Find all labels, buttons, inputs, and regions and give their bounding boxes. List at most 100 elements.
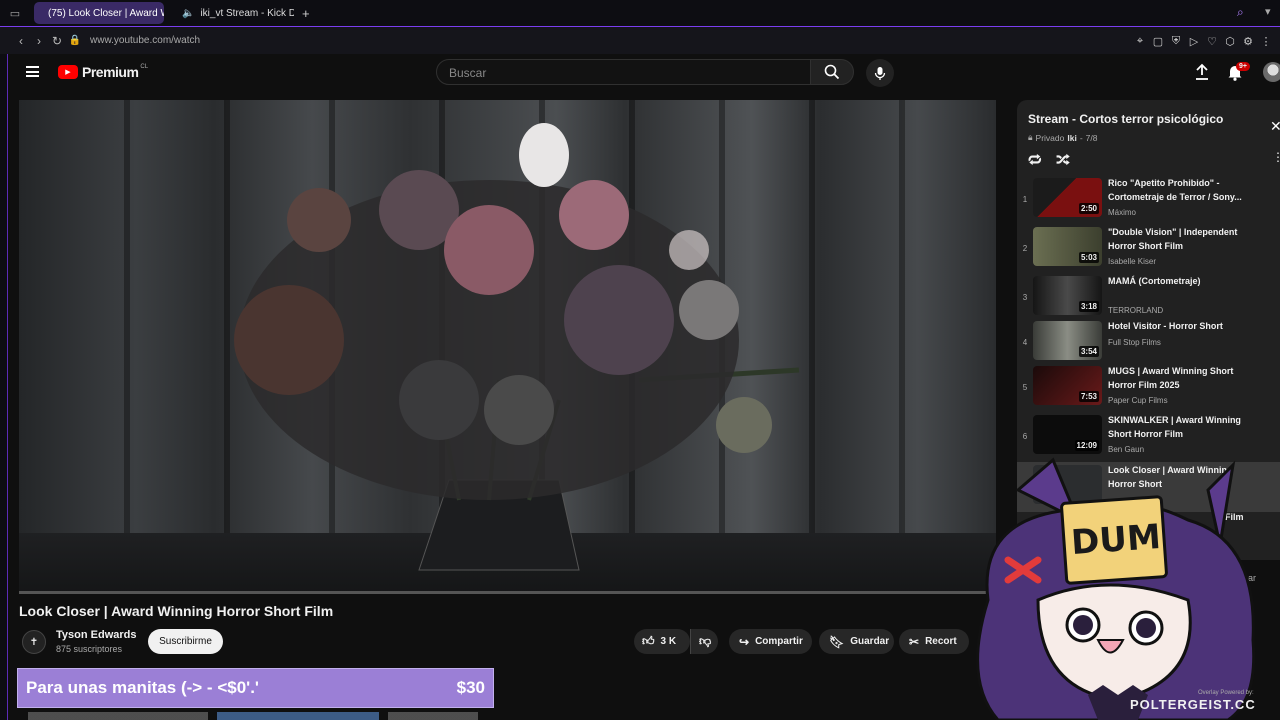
playlist-index: 4 [1022, 338, 1028, 347]
screenshot-icon[interactable]: ▢ [1150, 33, 1166, 49]
playlist-item-channel: TERRORLAND [1108, 306, 1164, 315]
donation-banner: Para unas manitas (-> - <$0'.' $30 [17, 668, 494, 708]
overlay-powered-label: Overlay Powered by: [1198, 690, 1254, 696]
playlist-privacy: Privado [1035, 132, 1065, 143]
playlist-item-title: "Double Vision" | Independent Horror Sho… [1108, 227, 1238, 251]
playlist-item-channel: Full Stop Films [1108, 338, 1161, 347]
list-item[interactable]: 1 2:50 Rico "Apetito Prohibido" - Cortom… [1017, 178, 1280, 227]
address-bar: ‹ › ↻ 🔒 www.youtube.com/watch ⌖ ▢ ⛨ ▷ ♡ … [0, 26, 1280, 54]
playlist-item-channel: Máximo [1108, 208, 1137, 217]
donation-amount: $30 [456, 678, 485, 697]
new-tab-button[interactable]: + [302, 6, 310, 21]
mute-icon[interactable]: 🔈 [182, 8, 194, 19]
extensions-icon[interactable]: ⬡ [1222, 33, 1238, 49]
playlist-item-channel: Paper Cup Films [1108, 396, 1168, 405]
tab-youtube[interactable]: (75) Look Closer | Award W [34, 2, 164, 24]
thumbs-up-icon: 👍︎ [642, 634, 655, 648]
video-thumbnail: 3:54 [1033, 321, 1102, 360]
list-item[interactable]: 2 5:03 "Double Vision" | Independent Hor… [1017, 227, 1280, 276]
search-tabs-icon[interactable]: ⌕ [1237, 5, 1244, 20]
share-button[interactable]: ↪ Compartir [729, 629, 812, 654]
playlist-menu-icon[interactable]: ⋮ [1272, 150, 1280, 164]
microphone-icon [874, 66, 886, 80]
video-thumbnail: 7:53 [1033, 366, 1102, 405]
playlist-item-channel: Isabelle Kiser [1108, 257, 1157, 266]
channel-name[interactable]: Tyson Edwards [56, 629, 136, 641]
hamburger-icon[interactable] [26, 66, 39, 77]
duration-badge: 5:03 [1078, 252, 1099, 263]
shield-icon[interactable]: ⛨ [1168, 33, 1184, 49]
voice-search-button[interactable] [866, 59, 894, 87]
youtube-play-icon: ▶ [58, 65, 78, 79]
share-label: Compartir [755, 636, 803, 647]
duration-badge: 2:50 [1078, 203, 1099, 214]
save-label: Guardar [850, 636, 890, 647]
list-item[interactable]: 3 3:18 MAMÁ (Cortometraje) TERRORLAND [1017, 276, 1280, 325]
close-icon[interactable]: ✕ [1270, 118, 1280, 135]
list-item[interactable]: 4 3:54 Hotel Visitor - Horror Short Full… [1017, 321, 1280, 370]
watermark-text: POLTERGEIST.CC [1130, 697, 1256, 712]
playlist-item-title: MUGS | Award Winning Short Horror Film 2… [1108, 366, 1234, 390]
video-thumbnail: 2:50 [1033, 178, 1102, 217]
video-thumbnail: 5:03 [1033, 227, 1102, 266]
heart-icon[interactable]: ♡ [1204, 33, 1220, 49]
donation-message: Para unas manitas (-> - <$0'.' [26, 678, 259, 697]
youtube-logo[interactable]: ▶ Premium CL [58, 64, 148, 80]
catgirl-mascot-icon [976, 457, 1256, 720]
sticker-sign-text: DUM [1069, 516, 1163, 564]
url-field[interactable]: www.youtube.com/watch [90, 35, 200, 46]
playlist-meta: 🔒︎ Privado Iki - 7/8 [1028, 132, 1098, 143]
shuffle-icon[interactable]: 🔀︎ [1056, 149, 1070, 170]
playlist-index: 6 [1022, 432, 1028, 441]
bookmark-icon: 🔖︎ [829, 634, 845, 649]
tab-label: (75) Look Closer | Award W [48, 7, 164, 19]
scissors-icon: ✂ [909, 634, 920, 649]
avatar[interactable] [1263, 62, 1280, 82]
menu-icon[interactable]: ▾ [1265, 5, 1271, 18]
search-button[interactable] [810, 59, 854, 85]
tab-kick[interactable]: 🔈 iki_vt Stream - Kick De [168, 2, 294, 24]
loop-icon[interactable]: 🔁︎ [1028, 149, 1042, 170]
window-menu-icon[interactable]: ▭ [0, 7, 30, 20]
playlist-item-title: Rico "Apetito Prohibido" - Cortometraje … [1108, 178, 1242, 202]
list-item[interactable]: 5 7:53 MUGS | Award Winning Short Horror… [1017, 366, 1280, 415]
reload-icon[interactable]: ↻ [48, 34, 66, 48]
pin-icon[interactable]: ⌖ [1132, 33, 1148, 49]
play-icon[interactable]: ▷ [1186, 33, 1202, 49]
playlist-owner[interactable]: Iki [1067, 133, 1076, 143]
save-button[interactable]: 🔖︎ Guardar [819, 629, 894, 654]
tab-label: iki_vt Stream - Kick De [200, 7, 294, 19]
playlist-index: 5 [1022, 383, 1028, 392]
duration-badge: 3:18 [1078, 301, 1099, 312]
like-count: 3 K [660, 636, 677, 647]
more-icon[interactable]: ⋮ [1258, 33, 1274, 49]
playlist-index: 3 [1022, 293, 1028, 302]
duration-badge: 7:53 [1078, 391, 1099, 402]
playlist-item-title: MAMÁ (Cortometraje) [1108, 276, 1201, 286]
channel-avatar[interactable]: ✝ [22, 630, 46, 654]
lock-icon: 🔒 [68, 35, 82, 46]
video-thumbnail: 3:18 [1033, 276, 1102, 315]
video-progress-bar[interactable] [19, 591, 996, 594]
brand-label: Premium [82, 64, 139, 80]
vtuber-sticker-overlay: DUM Overlay Powered by: POLTERGEIST.CC [958, 450, 1280, 720]
video-title: Look Closer | Award Winning Horror Short… [19, 603, 334, 619]
back-icon[interactable]: ‹ [12, 34, 30, 48]
subscribe-button[interactable]: Suscribirme [148, 629, 223, 654]
flower-bouquet-frame [234, 123, 800, 571]
clip-label: Recort [925, 636, 957, 647]
thumbs-down-icon: 👎︎ [699, 634, 712, 648]
playlist-title[interactable]: Stream - Cortos terror psicológico [1028, 112, 1223, 126]
video-player[interactable] [19, 100, 996, 593]
brand-region: CL [140, 64, 149, 70]
search-input[interactable]: Buscar [436, 59, 812, 85]
upload-icon[interactable] [1194, 63, 1210, 86]
like-button[interactable]: 👍︎ 3 K [634, 629, 690, 654]
forward-icon[interactable]: › [30, 34, 48, 48]
playlist-index: 1 [1022, 195, 1028, 204]
duration-badge: 3:54 [1078, 346, 1099, 357]
playlist-index: 2 [1022, 244, 1028, 253]
dislike-button[interactable]: 👎︎ [690, 629, 718, 654]
settings-icon[interactable]: ⚙ [1240, 33, 1256, 49]
playlist-item-title: Hotel Visitor - Horror Short [1108, 321, 1223, 331]
